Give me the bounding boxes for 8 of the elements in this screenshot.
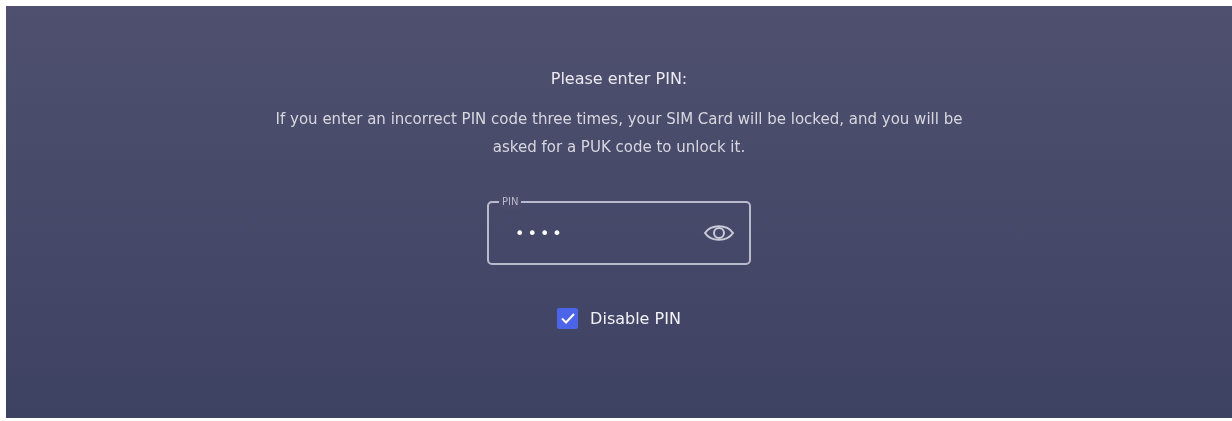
field-label: PIN <box>499 195 522 209</box>
pin-input[interactable]: •••• <box>513 222 703 244</box>
warning-message: If you enter an incorrect PIN code three times, your SIM Card will be locked, and you will be asked for a PUK code to unlock it. <box>274 109 964 158</box>
checkbox[interactable] <box>557 308 579 329</box>
dialog-title: Please enter PIN: <box>550 69 688 88</box>
eye-icon[interactable] <box>703 222 735 244</box>
checkmark-icon <box>560 313 575 324</box>
checkbox-label: Disable PIN <box>590 309 681 328</box>
